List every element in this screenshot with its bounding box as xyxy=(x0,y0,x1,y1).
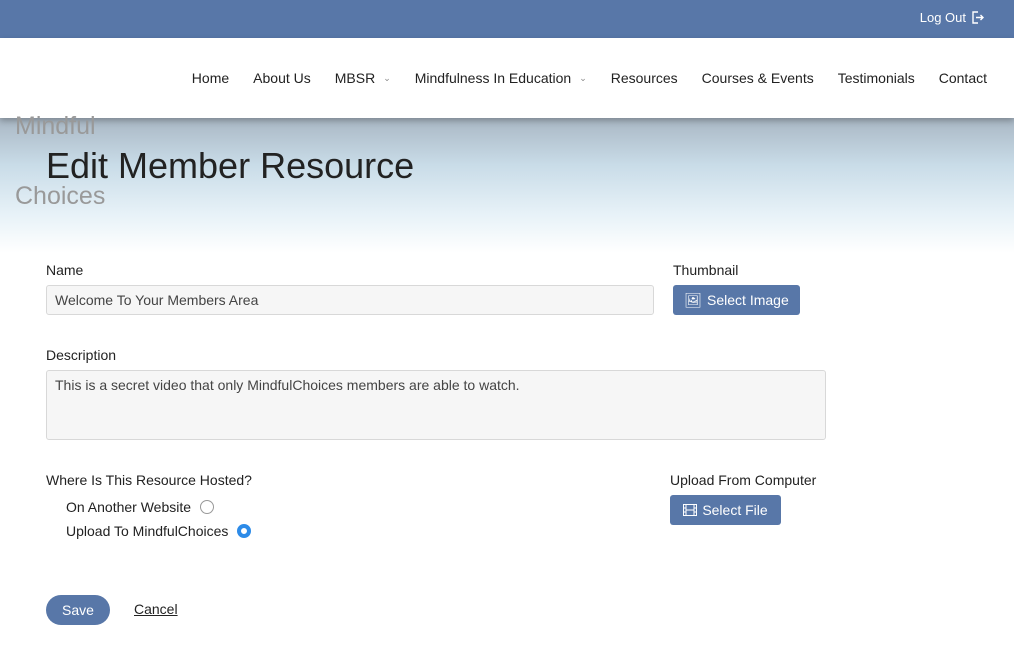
nav-label: MBSR xyxy=(334,70,376,86)
film-icon xyxy=(683,504,698,516)
description-label: Description xyxy=(46,347,117,363)
nav-label: Resources xyxy=(610,70,678,86)
select-file-button[interactable]: Select File xyxy=(670,495,781,525)
nav-label: About Us xyxy=(253,70,311,86)
radio-button[interactable] xyxy=(200,500,215,514)
button-label: Select File xyxy=(702,502,768,518)
radio-on-another-website[interactable]: On Another Website xyxy=(66,499,215,515)
chevron-down-icon: ⌄ xyxy=(383,72,391,83)
nav-label: Courses & Events xyxy=(701,70,814,86)
image-icon: 🖼 xyxy=(684,291,703,308)
button-label: Select Image xyxy=(707,292,789,308)
select-image-button[interactable]: 🖼 Select Image xyxy=(673,285,800,315)
nav-label: Home xyxy=(191,70,230,86)
nav-about-us[interactable]: About Us xyxy=(253,70,311,86)
radio-label: Upload To MindfulChoices xyxy=(66,523,229,539)
page-title: Edit Member Resource xyxy=(46,145,415,186)
nav-label: Testimonials xyxy=(837,70,915,86)
cancel-link[interactable]: Cancel xyxy=(134,601,178,617)
main-nav: Home About Us MBSR ⌄ Mindfulness In Educa… xyxy=(0,38,1014,118)
save-button[interactable]: Save xyxy=(46,595,110,625)
nav-mbsr[interactable]: MBSR ⌄ xyxy=(335,70,391,86)
nav-mindfulness-in-education[interactable]: Mindfulness In Education ⌄ xyxy=(415,70,587,86)
radio-upload-to-mindfulchoices[interactable]: Upload To MindfulChoices xyxy=(66,523,252,539)
nav-courses-events[interactable]: Courses & Events xyxy=(702,70,814,86)
thumbnail-label: Thumbnail xyxy=(673,262,739,278)
name-label: Name xyxy=(46,262,84,278)
nav-label: Mindfulness In Education xyxy=(414,70,572,86)
nav-resources[interactable]: Resources xyxy=(611,70,678,86)
sign-out-icon xyxy=(972,11,984,24)
nav-home[interactable]: Home xyxy=(192,70,229,86)
radio-label: On Another Website xyxy=(66,499,192,515)
upload-label: Upload From Computer xyxy=(670,472,817,488)
hosted-label: Where Is This Resource Hosted? xyxy=(46,472,252,488)
radio-button-selected[interactable] xyxy=(237,524,252,538)
chevron-down-icon: ⌄ xyxy=(579,72,587,83)
top-bar: Log Out xyxy=(0,0,1014,38)
logout-label: Log Out xyxy=(919,10,966,25)
nav-testimonials[interactable]: Testimonials xyxy=(838,70,915,86)
nav-label: Contact xyxy=(938,70,987,86)
logout-link[interactable]: Log Out xyxy=(920,10,984,25)
name-input[interactable]: Welcome To Your Members Area xyxy=(46,285,654,315)
logo-text[interactable]: Mindful xyxy=(15,112,96,141)
nav-contact[interactable]: Contact xyxy=(939,70,987,86)
description-textarea[interactable]: This is a secret video that only Mindful… xyxy=(46,370,826,440)
